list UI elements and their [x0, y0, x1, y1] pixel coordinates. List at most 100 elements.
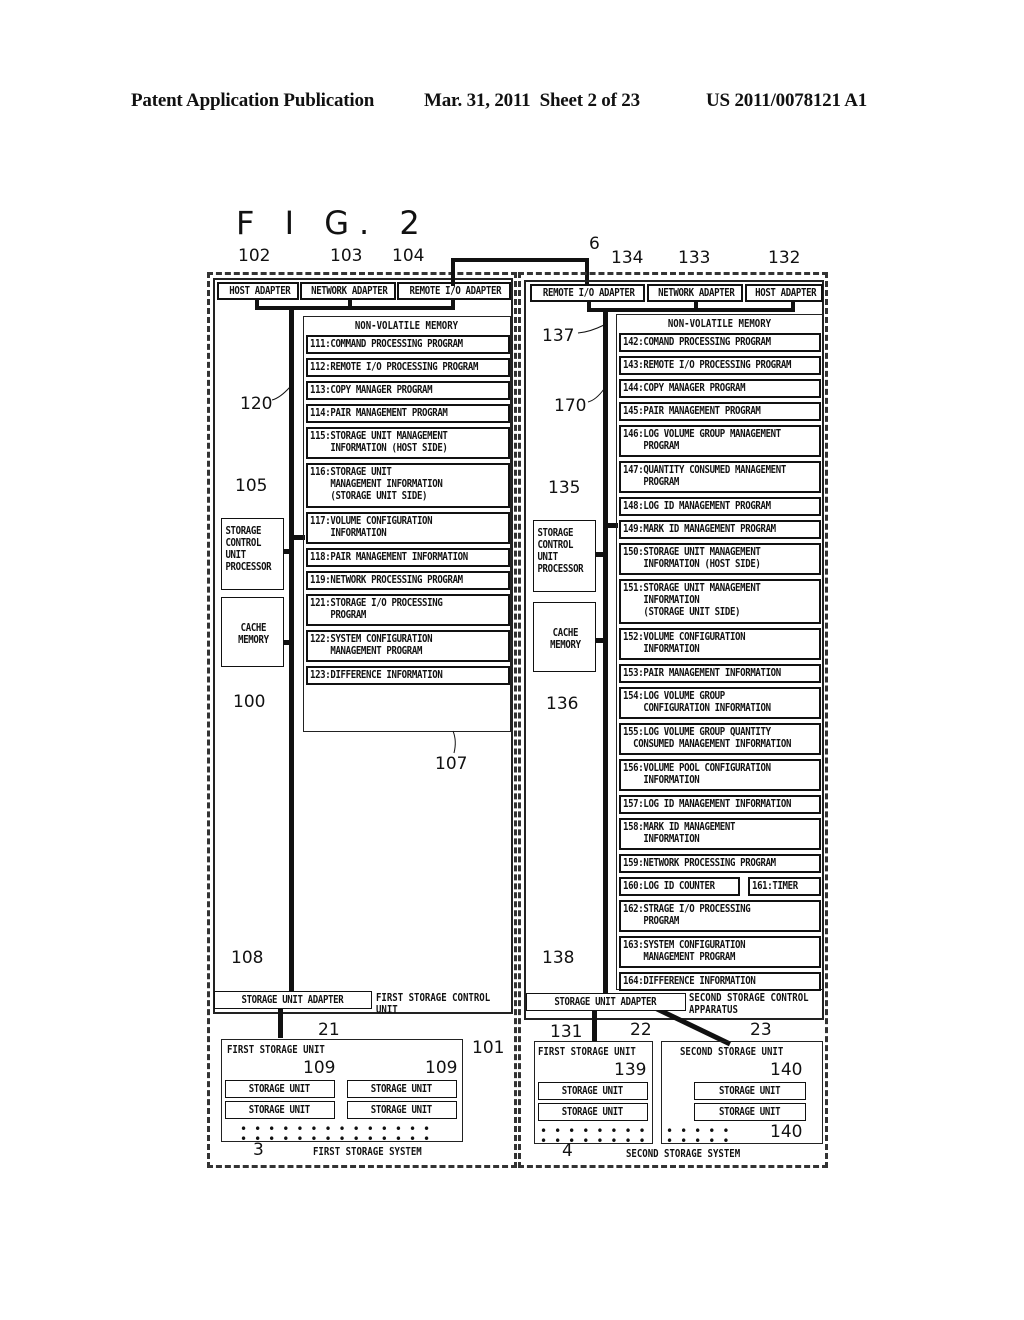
bus-segment	[283, 549, 291, 554]
storage-unit: STORAGE UNIT	[538, 1082, 648, 1100]
first-storage-unit-label: FIRST STORAGE UNIT	[538, 1046, 636, 1058]
memory-item-label: 113:COPY MANAGER PROGRAM	[310, 384, 433, 396]
remote-link-6	[451, 258, 589, 262]
memory-item-label: 158:MARK ID MANAGEMENT INFORMATION	[623, 821, 736, 845]
memory-item: 113:COPY MANAGER PROGRAM	[306, 381, 510, 400]
memory-item: 118:PAIR MANAGEMENT INFORMATION	[306, 548, 510, 567]
ref-170: 170	[554, 396, 587, 416]
storage-link	[278, 1008, 283, 1038]
memory-item: 162:STRAGE I/O PROCESSING PROGRAM	[619, 900, 821, 932]
internal-bus-120	[289, 306, 294, 992]
more-storage-units-ellipsis: •••••••• ••••••••	[540, 1124, 653, 1148]
ref-22: 22	[630, 1020, 652, 1040]
memory-item: 121:STORAGE I/O PROCESSING PROGRAM	[306, 594, 510, 626]
memory-item: 116:STORAGE UNIT MANAGEMENT INFORMATION …	[306, 463, 510, 508]
ref-21: 21	[318, 1020, 340, 1040]
memory-item: 152:VOLUME CONFIGURATION INFORMATION	[619, 628, 821, 660]
ref-23: 23	[750, 1020, 772, 1040]
memory-item: 145:PAIR MANAGEMENT PROGRAM	[619, 402, 821, 421]
memory-title: NON-VOLATILE MEMORY	[667, 318, 772, 330]
cache-memory: CACHE MEMORY	[533, 602, 596, 672]
cache-memory: CACHE MEMORY	[221, 597, 284, 667]
ref-104: 104	[392, 246, 425, 266]
memory-item-label: 157:LOG ID MANAGEMENT INFORMATION	[623, 798, 792, 810]
ref-102: 102	[238, 246, 271, 266]
ref-100: 100	[233, 692, 266, 712]
ref-137: 137	[542, 326, 575, 346]
memory-item: 148:LOG ID MANAGEMENT PROGRAM	[619, 497, 821, 516]
memory-item: 144:COPY MANAGER PROGRAM	[619, 379, 821, 398]
ref-140-a: 140	[770, 1060, 803, 1080]
network-adapter: NETWORK ADAPTER	[647, 284, 743, 302]
bus-segment	[694, 302, 698, 310]
ref-140-b: 140	[770, 1122, 803, 1142]
memory-item-label: 121:STORAGE I/O PROCESSING PROGRAM	[310, 597, 443, 621]
memory-item-label: 148:LOG ID MANAGEMENT PROGRAM	[623, 500, 771, 512]
storage-control-unit-processor: STORAGE CONTROL UNIT PROCESSOR	[533, 520, 596, 592]
more-storage-units-ellipsis: •••••••••••••• ••••••••••••••	[240, 1122, 438, 1146]
memory-item-label: 164:DIFFERENCE INFORMATION	[623, 975, 756, 987]
storage-unit: STORAGE UNIT	[694, 1103, 806, 1121]
storage-unit: STORAGE UNIT	[347, 1101, 457, 1119]
memory-item-label: 117:VOLUME CONFIGURATION INFORMATION	[310, 515, 433, 539]
storage-control-unit-processor: STORAGE CONTROL UNIT PROCESSOR	[221, 518, 284, 590]
ref-107: 107	[435, 754, 468, 774]
memory-item: 156:VOLUME POOL CONFIGURATION INFORMATIO…	[619, 759, 821, 791]
memory-item: 150:STORAGE UNIT MANAGEMENT INFORMATION …	[619, 543, 821, 575]
ref-3: 3	[253, 1140, 264, 1160]
memory-item: 122:SYSTEM CONFIGURATION MANAGEMENT PROG…	[306, 630, 510, 662]
ref-134: 134	[611, 248, 644, 268]
ref-139: 139	[614, 1060, 647, 1080]
storage-unit: STORAGE UNIT	[694, 1082, 806, 1100]
memory-item-label: 160:LOG ID COUNTER	[623, 880, 715, 892]
memory-item: 157:LOG ID MANAGEMENT INFORMATION	[619, 795, 821, 814]
more-storage-units-ellipsis: ••••• •••••	[666, 1124, 737, 1148]
first-storage-system-label: FIRST STORAGE SYSTEM	[313, 1146, 422, 1158]
memory-item: 117:VOLUME CONFIGURATION INFORMATION	[306, 512, 510, 544]
memory-item-label: 163:SYSTEM CONFIGURATION MANAGEMENT PROG…	[623, 939, 746, 963]
memory-item-label: 161:TIMER	[752, 880, 798, 892]
ref-131: 131	[550, 1022, 583, 1042]
network-adapter: NETWORK ADAPTER	[300, 282, 396, 300]
memory-item: 123:DIFFERENCE INFORMATION	[306, 666, 510, 685]
first-storage-control-unit-label: FIRST STORAGE CONTROL UNIT	[376, 992, 491, 1016]
memory-item: 153:PAIR MANAGEMENT INFORMATION	[619, 664, 821, 683]
memory-item-label: 153:PAIR MANAGEMENT INFORMATION	[623, 667, 781, 679]
memory-item-label: 145:PAIR MANAGEMENT PROGRAM	[623, 405, 761, 417]
memory-item: 155:LOG VOLUME GROUP QUANTITY CONSUMED M…	[619, 723, 821, 755]
second-storage-unit-label: SECOND STORAGE UNIT	[680, 1046, 784, 1058]
ref-6: 6	[589, 234, 600, 254]
storage-unit: STORAGE UNIT	[225, 1080, 335, 1098]
memory-item: 161:TIMER	[748, 877, 821, 896]
figure-title: F I G. 2	[236, 204, 430, 242]
memory-item: 149:MARK ID MANAGEMENT PROGRAM	[619, 520, 821, 539]
ref-136: 136	[546, 694, 579, 714]
memory-item-label: 150:STORAGE UNIT MANAGEMENT INFORMATION …	[623, 546, 761, 570]
bus-segment	[348, 300, 352, 308]
ref-120: 120	[240, 394, 273, 414]
memory-item: 112:REMOTE I/O PROCESSING PROGRAM	[306, 358, 510, 377]
ref-133: 133	[678, 248, 711, 268]
memory-item-label: 146:LOG VOLUME GROUP MANAGEMENT PROGRAM	[623, 428, 781, 452]
second-storage-control-apparatus-label: SECOND STORAGE CONTROL APPARATUS	[689, 992, 809, 1016]
storage-unit-adapter: STORAGE UNIT ADAPTER	[526, 993, 686, 1011]
memory-item: 114:PAIR MANAGEMENT PROGRAM	[306, 404, 510, 423]
remote-io-adapter: REMOTE I/O ADAPTER	[530, 284, 645, 302]
memory-item: 160:LOG ID COUNTER	[619, 877, 740, 896]
memory-item-label: 162:STRAGE I/O PROCESSING PROGRAM	[623, 903, 751, 927]
memory-item-label: 142:COMAND PROCESSING PROGRAM	[623, 336, 771, 348]
memory-item-label: 119:NETWORK PROCESSING PROGRAM	[310, 574, 463, 586]
memory-item-label: 143:REMOTE I/O PROCESSING PROGRAM	[623, 359, 792, 371]
host-adapter: HOST ADAPTER	[745, 284, 823, 302]
memory-item-label: 151:STORAGE UNIT MANAGEMENT INFORMATION …	[623, 582, 761, 618]
ref-135: 135	[548, 478, 581, 498]
storage-link	[592, 1008, 597, 1042]
bus-segment	[596, 638, 604, 643]
storage-unit: STORAGE UNIT	[347, 1080, 457, 1098]
memory-item-label: 114:PAIR MANAGEMENT PROGRAM	[310, 407, 448, 419]
memory-item: 159:NETWORK PROCESSING PROGRAM	[619, 854, 821, 873]
ref-108: 108	[231, 948, 264, 968]
publication-date-sheet: Mar. 31, 2011 Sheet 2 of 23	[424, 90, 640, 111]
patent-number: US 2011/0078121 A1	[706, 90, 868, 111]
memory-item-label: 115:STORAGE UNIT MANAGEMENT INFORMATION …	[310, 430, 448, 454]
